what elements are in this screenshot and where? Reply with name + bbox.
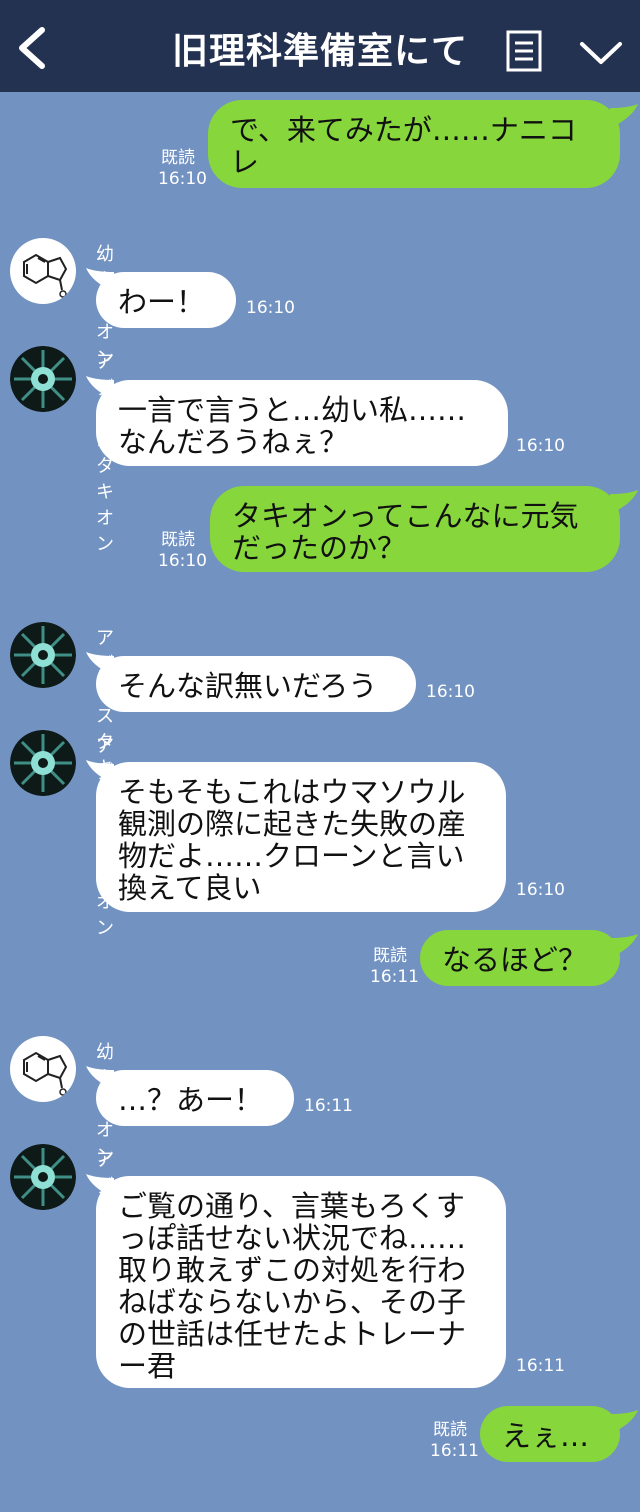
- read-status: 既読 16:10: [158, 148, 207, 190]
- message-time: 16:10: [158, 169, 207, 189]
- read-status: 既読 16:11: [370, 946, 419, 988]
- avatar-agnes-takion[interactable]: [10, 1144, 76, 1210]
- message-time: 16:11: [304, 1096, 353, 1116]
- message-bubble[interactable]: わー！: [96, 272, 236, 328]
- message-bubble[interactable]: で、来てみたが……ナニコ レ: [208, 100, 620, 188]
- avatar-child-takion[interactable]: [10, 238, 76, 304]
- molecule-icon: [23, 253, 68, 298]
- read-status: 既読 16:11: [430, 1420, 479, 1462]
- kaleidoscope-avatar-icon: [10, 622, 76, 688]
- bubble-tail: [610, 490, 638, 514]
- message-bubble[interactable]: タキオンってこんなに元気 だったのか？: [210, 486, 620, 572]
- chat-title: 旧理科準備室にて: [171, 31, 468, 72]
- message-time: 16:11: [430, 1441, 479, 1461]
- avatar-agnes-takion[interactable]: [10, 622, 76, 688]
- read-label: 既読: [433, 1420, 467, 1440]
- message-time: 16:10: [158, 551, 207, 571]
- avatar-agnes-takion[interactable]: [10, 346, 76, 412]
- avatar-child-takion[interactable]: [10, 1036, 76, 1102]
- kaleidoscope-avatar-icon: [10, 346, 76, 412]
- menu-list-icon[interactable]: [506, 30, 542, 72]
- message-bubble[interactable]: …？あー！: [96, 1070, 294, 1126]
- message-bubble[interactable]: えぇ…: [480, 1406, 620, 1462]
- bubble-tail: [610, 104, 638, 128]
- avatar-agnes-takion[interactable]: [10, 730, 76, 796]
- message-bubble[interactable]: 一言で言うと…幼い私…… なんだろうねぇ？: [96, 380, 508, 466]
- message-bubble[interactable]: そもそもこれはウマソウル 観測の際に起きた失敗の産 物だよ……クローンと言い 換…: [96, 762, 506, 912]
- message-bubble[interactable]: ご覧の通り、言葉もろくす っぽ話せない状況でね…… 取り敢えずこの対処を行わ ね…: [96, 1176, 506, 1388]
- message-time: 16:10: [516, 880, 565, 900]
- message-bubble[interactable]: そんな訳無いだろう: [96, 656, 416, 712]
- read-status: 既読 16:10: [158, 530, 207, 572]
- read-label: 既読: [161, 148, 195, 168]
- chevron-down-icon[interactable]: [578, 38, 624, 68]
- message-time: 16:10: [516, 436, 565, 456]
- message-time: 16:10: [246, 298, 295, 318]
- read-label: 既読: [373, 946, 407, 966]
- message-time: 16:10: [426, 682, 475, 702]
- bubble-tail: [610, 934, 638, 958]
- message-time: 16:11: [370, 967, 419, 987]
- message-time: 16:11: [516, 1356, 565, 1376]
- molecule-icon: [23, 1051, 68, 1096]
- kaleidoscope-avatar-icon: [10, 730, 76, 796]
- bubble-tail: [610, 1410, 638, 1434]
- message-bubble[interactable]: なるほど？: [420, 930, 620, 986]
- kaleidoscope-avatar-icon: [10, 1144, 76, 1210]
- chat-header: 旧理科準備室にて: [0, 0, 640, 92]
- read-label: 既読: [161, 530, 195, 550]
